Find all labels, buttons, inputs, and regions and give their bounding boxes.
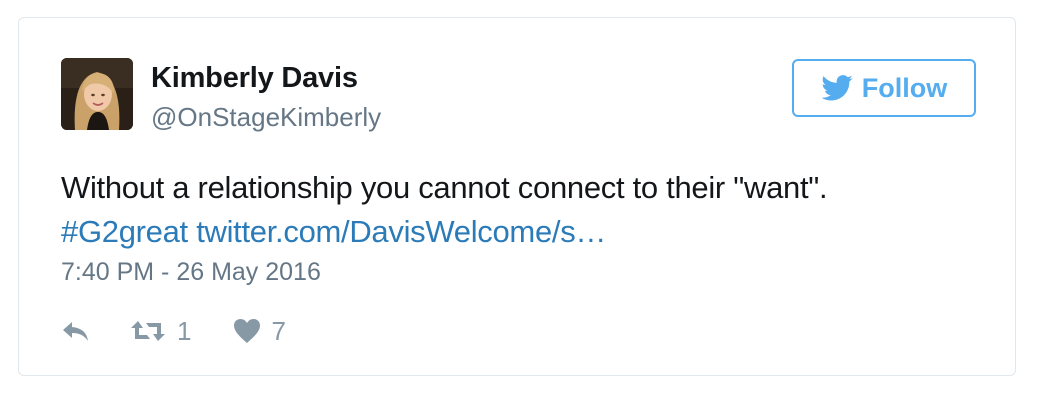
like-button[interactable]: 7 [233,315,286,347]
tweet-actions: 1 7 [61,316,286,346]
reply-button[interactable] [61,320,91,342]
tweet-text: Without a relationship you cannot connec… [61,166,941,254]
retweet-count: 1 [177,315,192,346]
reply-icon [63,322,88,341]
url-link[interactable]: twitter.com/DavisWelcome/s… [196,214,606,249]
twitter-bird-icon [821,75,853,101]
heart-icon [234,319,261,343]
author-handle[interactable]: @OnStageKimberly [151,102,381,133]
avatar[interactable] [61,58,133,130]
avatar-image [61,58,133,130]
tweet-body: Without a relationship you cannot connec… [61,170,828,205]
retweet-icon [131,321,165,341]
retweet-button[interactable]: 1 [129,316,191,347]
tweet-timestamp[interactable]: 7:40 PM - 26 May 2016 [61,258,321,287]
tweet-card: Kimberly Davis @OnStageKimberly Follow W… [18,17,1016,376]
author-name[interactable]: Kimberly Davis [151,62,358,95]
follow-label: Follow [861,72,948,103]
hashtag-link[interactable]: #G2great [61,214,188,249]
follow-button[interactable]: Follow [792,59,976,117]
like-count: 7 [271,315,286,346]
